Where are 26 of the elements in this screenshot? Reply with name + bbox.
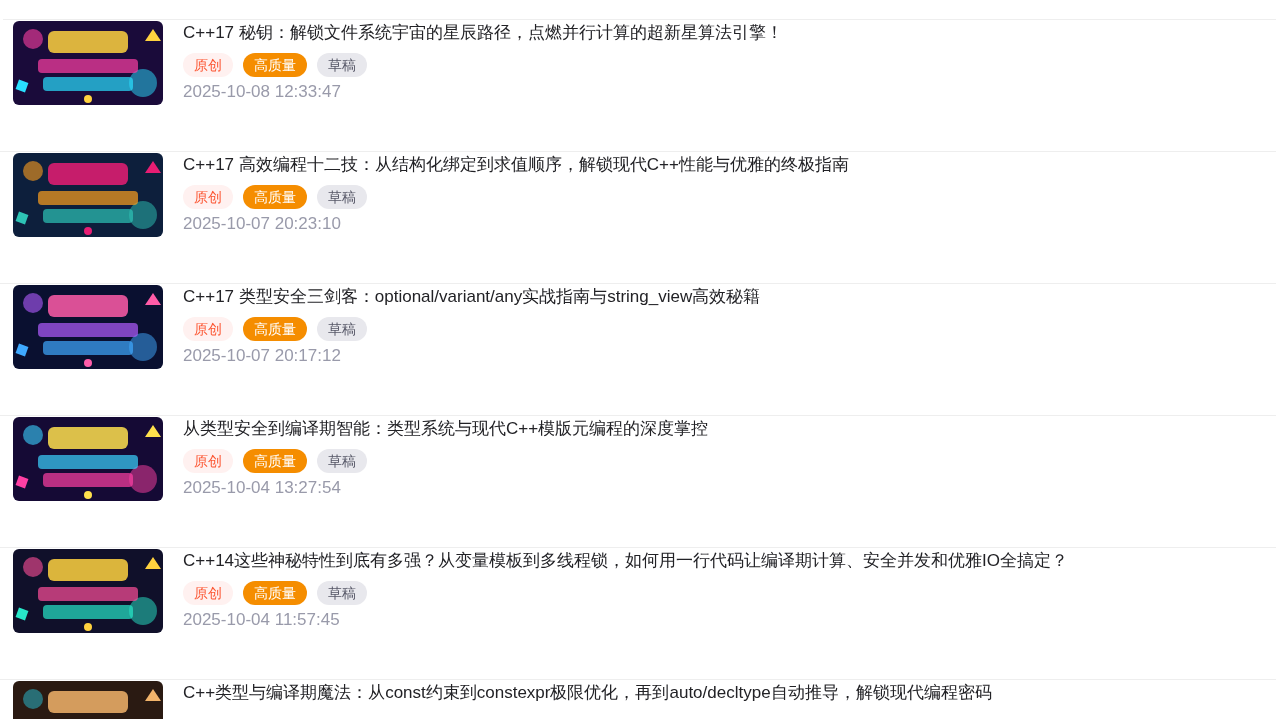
post-title[interactable]: C++类型与编译期魔法：从const约束到constexpr极限优化，再到auto/decltype自动推导，解锁现代编程密码 (183, 681, 992, 705)
original-tag: 原创 (183, 317, 233, 341)
draft-tag: 草稿 (317, 581, 367, 605)
post-title[interactable]: C++14这些神秘特性到底有多强？从变量模板到多线程锁，如何用一行代码让编译期计算、安全并发和优雅IO全搞定？ (183, 549, 1068, 573)
post-date: 2025-10-04 13:27:54 (183, 477, 342, 499)
quality-tag: 高质量 (243, 53, 307, 77)
quality-tag: 高质量 (243, 317, 307, 341)
original-tag: 原创 (183, 581, 233, 605)
post-title[interactable]: C++17 秘钥：解锁文件系统宇宙的星辰路径，点燃并行计算的超新星算法引擎！ (183, 21, 783, 45)
post-date: 2025-10-04 11:57:45 (183, 609, 341, 631)
draft-tag: 草稿 (317, 53, 367, 77)
post-date: 2025-10-07 20:17:12 (183, 345, 342, 367)
quality-tag: 高质量 (243, 581, 307, 605)
post-title[interactable]: C++17 高效编程十二技：从结构化绑定到求值顺序，解锁现代C++性能与优雅的终极指南 (183, 153, 849, 177)
post-date: 2025-10-08 12:33:47 (183, 81, 342, 103)
post-title[interactable]: 从类型安全到编译期智能：类型系统与现代C++模版元编程的深度掌控 (183, 417, 709, 441)
post-date: 2025-10-07 20:23:10 (183, 213, 342, 235)
post-title[interactable]: C++17 类型安全三剑客：optional/variant/any实战指南与string_view高效秘籍 (183, 285, 761, 309)
original-tag: 原创 (183, 185, 233, 209)
draft-tag: 草稿 (317, 317, 367, 341)
quality-tag: 高质量 (243, 185, 307, 209)
draft-tag: 草稿 (317, 185, 367, 209)
original-tag: 原创 (183, 449, 233, 473)
draft-tag: 草稿 (317, 449, 367, 473)
original-tag: 原创 (183, 53, 233, 77)
quality-tag: 高质量 (243, 449, 307, 473)
